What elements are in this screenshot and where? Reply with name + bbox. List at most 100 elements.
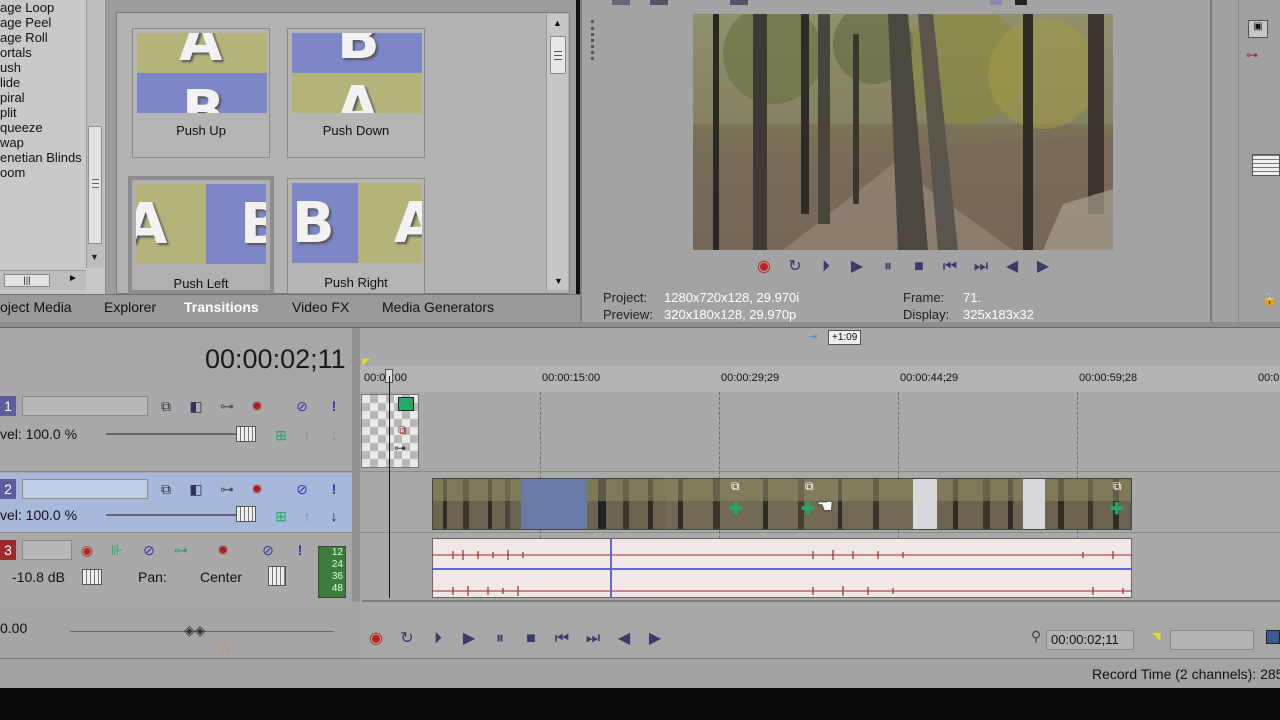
pause-icon[interactable]: ⏸ xyxy=(877,256,899,278)
track-fx-icon[interactable]: ✹ xyxy=(248,480,266,498)
transport-timecode[interactable]: 00:00:02;11 xyxy=(1046,630,1134,650)
play-from-start-icon[interactable]: ⏵ xyxy=(427,628,449,650)
play-icon[interactable]: ▶ xyxy=(846,256,868,278)
scroll-down-arrow-icon[interactable]: ▼ xyxy=(554,276,563,286)
automation-icon[interactable]: ⊞ xyxy=(272,426,290,444)
pause-icon[interactable]: ⏸ xyxy=(489,628,511,650)
track-fx-icon[interactable]: ✹ xyxy=(214,541,232,559)
compositing-mode-icon[interactable]: ◧ xyxy=(187,397,205,415)
track-name-field[interactable] xyxy=(22,396,148,416)
audio-clip[interactable] xyxy=(432,538,1132,598)
go-to-end-icon[interactable]: ⏭ xyxy=(582,628,604,650)
volume-slider-knob[interactable] xyxy=(82,569,102,585)
record-icon[interactable]: ◉ xyxy=(753,256,775,278)
loop-icon[interactable]: ↻ xyxy=(396,628,418,650)
tab-transitions[interactable]: Transitions xyxy=(184,299,259,315)
automation-icon[interactable]: ⊞ xyxy=(272,507,290,525)
list-item-slide[interactable]: lide xyxy=(0,75,86,90)
loop-region-badge[interactable]: +1:09 xyxy=(828,330,862,345)
move-up-icon[interactable]: ↑ xyxy=(298,507,316,525)
video-clip[interactable]: ✚ ✚ ✚ ⧉ ⧉ ⧉ xyxy=(432,478,1132,530)
play-from-start-icon[interactable]: ⏵ xyxy=(815,256,837,278)
selection-length-field[interactable] xyxy=(1170,630,1254,650)
rate-slider-knob[interactable]: ◈◈ xyxy=(184,622,206,639)
level-slider-track[interactable] xyxy=(106,514,256,516)
go-to-end-icon[interactable]: ⏭ xyxy=(970,256,992,278)
master-fader-knob[interactable] xyxy=(1252,154,1280,176)
track-1-lane[interactable] xyxy=(360,392,1280,472)
tab-media-generators[interactable]: Media Generators xyxy=(382,299,494,315)
play-icon[interactable]: ▶ xyxy=(458,628,480,650)
arm-record-icon[interactable]: ◉ xyxy=(78,541,96,559)
list-item-page-loop[interactable]: age Loop xyxy=(0,0,86,15)
track-name-field[interactable] xyxy=(22,540,72,560)
compositing-mode-icon[interactable]: ◧ xyxy=(187,480,205,498)
move-down-icon[interactable]: ↓ xyxy=(325,507,343,525)
cursor-timecode[interactable]: 00:00:02;11 xyxy=(205,344,346,375)
next-frame-icon[interactable]: ▶ xyxy=(644,628,666,650)
scroll-up-arrow-icon[interactable]: ▲ xyxy=(553,18,562,28)
move-up-icon[interactable]: ↑ xyxy=(298,426,316,444)
track-fx-icon[interactable]: ✹ xyxy=(248,397,266,415)
video-track-1[interactable]: 1 ⧉ ◧ ⊶ ✹ ⊘ ! vel: 100.0 % ⊞ ↑ ↓ xyxy=(0,392,352,472)
parent-composite-icon[interactable]: ⊶ xyxy=(218,397,236,415)
mute-icon[interactable]: ⊘ xyxy=(293,397,311,415)
level-slider-track[interactable] xyxy=(106,433,256,435)
solo-icon[interactable]: ! xyxy=(325,397,343,415)
go-to-start-icon[interactable]: ⏮ xyxy=(939,256,961,278)
list-horizontal-scrollbar[interactable]: ||| ► xyxy=(0,270,86,290)
stop-icon[interactable]: ■ xyxy=(908,256,930,278)
loop-icon[interactable]: ↻ xyxy=(784,256,806,278)
move-down-icon[interactable]: ↓ xyxy=(325,426,343,444)
stop-icon[interactable]: ■ xyxy=(520,628,542,650)
solo-icon[interactable]: ! xyxy=(325,480,343,498)
go-to-start-icon[interactable]: ⏮ xyxy=(551,628,573,650)
invert-phase-icon[interactable]: ⊘ xyxy=(140,541,158,559)
track-name-field[interactable] xyxy=(22,479,148,499)
transition-push-right[interactable]: B A Push Right xyxy=(287,178,425,294)
next-frame-icon[interactable]: ▶ xyxy=(1032,256,1054,278)
lock-icon[interactable]: 🔒 xyxy=(1262,292,1277,306)
scroll-right-arrow-icon[interactable]: ► xyxy=(68,273,78,284)
audio-automation-icon[interactable]: ⊶ xyxy=(172,541,190,559)
audio-input-icon[interactable]: ⊪ xyxy=(108,541,126,559)
scroll-down-arrow-icon[interactable]: ▼ xyxy=(90,252,99,262)
solo-icon[interactable]: ! xyxy=(291,541,309,559)
list-item-squeeze[interactable]: queeze xyxy=(0,120,86,135)
tab-video-fx[interactable]: Video FX xyxy=(292,299,349,315)
list-item-portals[interactable]: ortals xyxy=(0,45,86,60)
list-scroll-thumb[interactable] xyxy=(88,126,102,244)
tab-explorer[interactable]: Explorer xyxy=(104,299,156,315)
playback-cursor[interactable] xyxy=(389,376,390,598)
media-generator-clip[interactable]: ⧉ ⊶ xyxy=(361,394,419,468)
list-item-page-roll[interactable]: age Roll xyxy=(0,30,86,45)
level-slider-knob[interactable] xyxy=(236,506,256,522)
level-slider-knob[interactable] xyxy=(236,426,256,442)
list-item-page-peel[interactable]: age Peel xyxy=(0,15,86,30)
audio-track-3[interactable]: 3 ◉ ⊪ ⊘ ⊶ ✹ ⊘ ! -10.8 dB Pan: Center 12 … xyxy=(0,534,352,600)
video-track-2[interactable]: 2 ⧉ ◧ ⊶ ✹ ⊘ ! vel: 100.0 % ⊞ ↑ ↓ xyxy=(0,473,352,533)
track-motion-icon[interactable]: ⧉ xyxy=(157,480,175,498)
parent-composite-icon[interactable]: ⊶ xyxy=(218,480,236,498)
list-item-venetian-blinds[interactable]: enetian Blinds xyxy=(0,150,86,165)
previous-frame-icon[interactable]: ◀ xyxy=(613,628,635,650)
list-item-spiral[interactable]: piral xyxy=(0,90,86,105)
previous-frame-icon[interactable]: ◀ xyxy=(1001,256,1023,278)
mute-icon[interactable]: ⊘ xyxy=(259,541,277,559)
transition-push-down[interactable]: B A Push Down xyxy=(287,28,425,158)
snapshot-icon[interactable] xyxy=(1266,630,1280,644)
time-ruler[interactable] xyxy=(360,366,1280,392)
tab-project-media[interactable]: oject Media xyxy=(0,299,72,315)
list-item-zoom[interactable]: oom xyxy=(0,165,86,180)
fx-icon[interactable]: ▣ xyxy=(1248,20,1268,38)
transition-push-left[interactable]: A B Push Left xyxy=(128,176,274,294)
mute-icon[interactable]: ⊘ xyxy=(293,480,311,498)
pan-slider-knob[interactable] xyxy=(268,566,286,586)
track-motion-icon[interactable]: ⧉ xyxy=(157,397,175,415)
list-item-push[interactable]: ush xyxy=(0,60,86,75)
bus-settings-icon[interactable]: ⊶ xyxy=(1246,48,1258,62)
list-item-swap[interactable]: wap xyxy=(0,135,86,150)
thumbnails-scroll-thumb[interactable] xyxy=(550,36,566,74)
transition-push-up[interactable]: A B Push Up xyxy=(132,28,270,158)
list-item-split[interactable]: plit xyxy=(0,105,86,120)
